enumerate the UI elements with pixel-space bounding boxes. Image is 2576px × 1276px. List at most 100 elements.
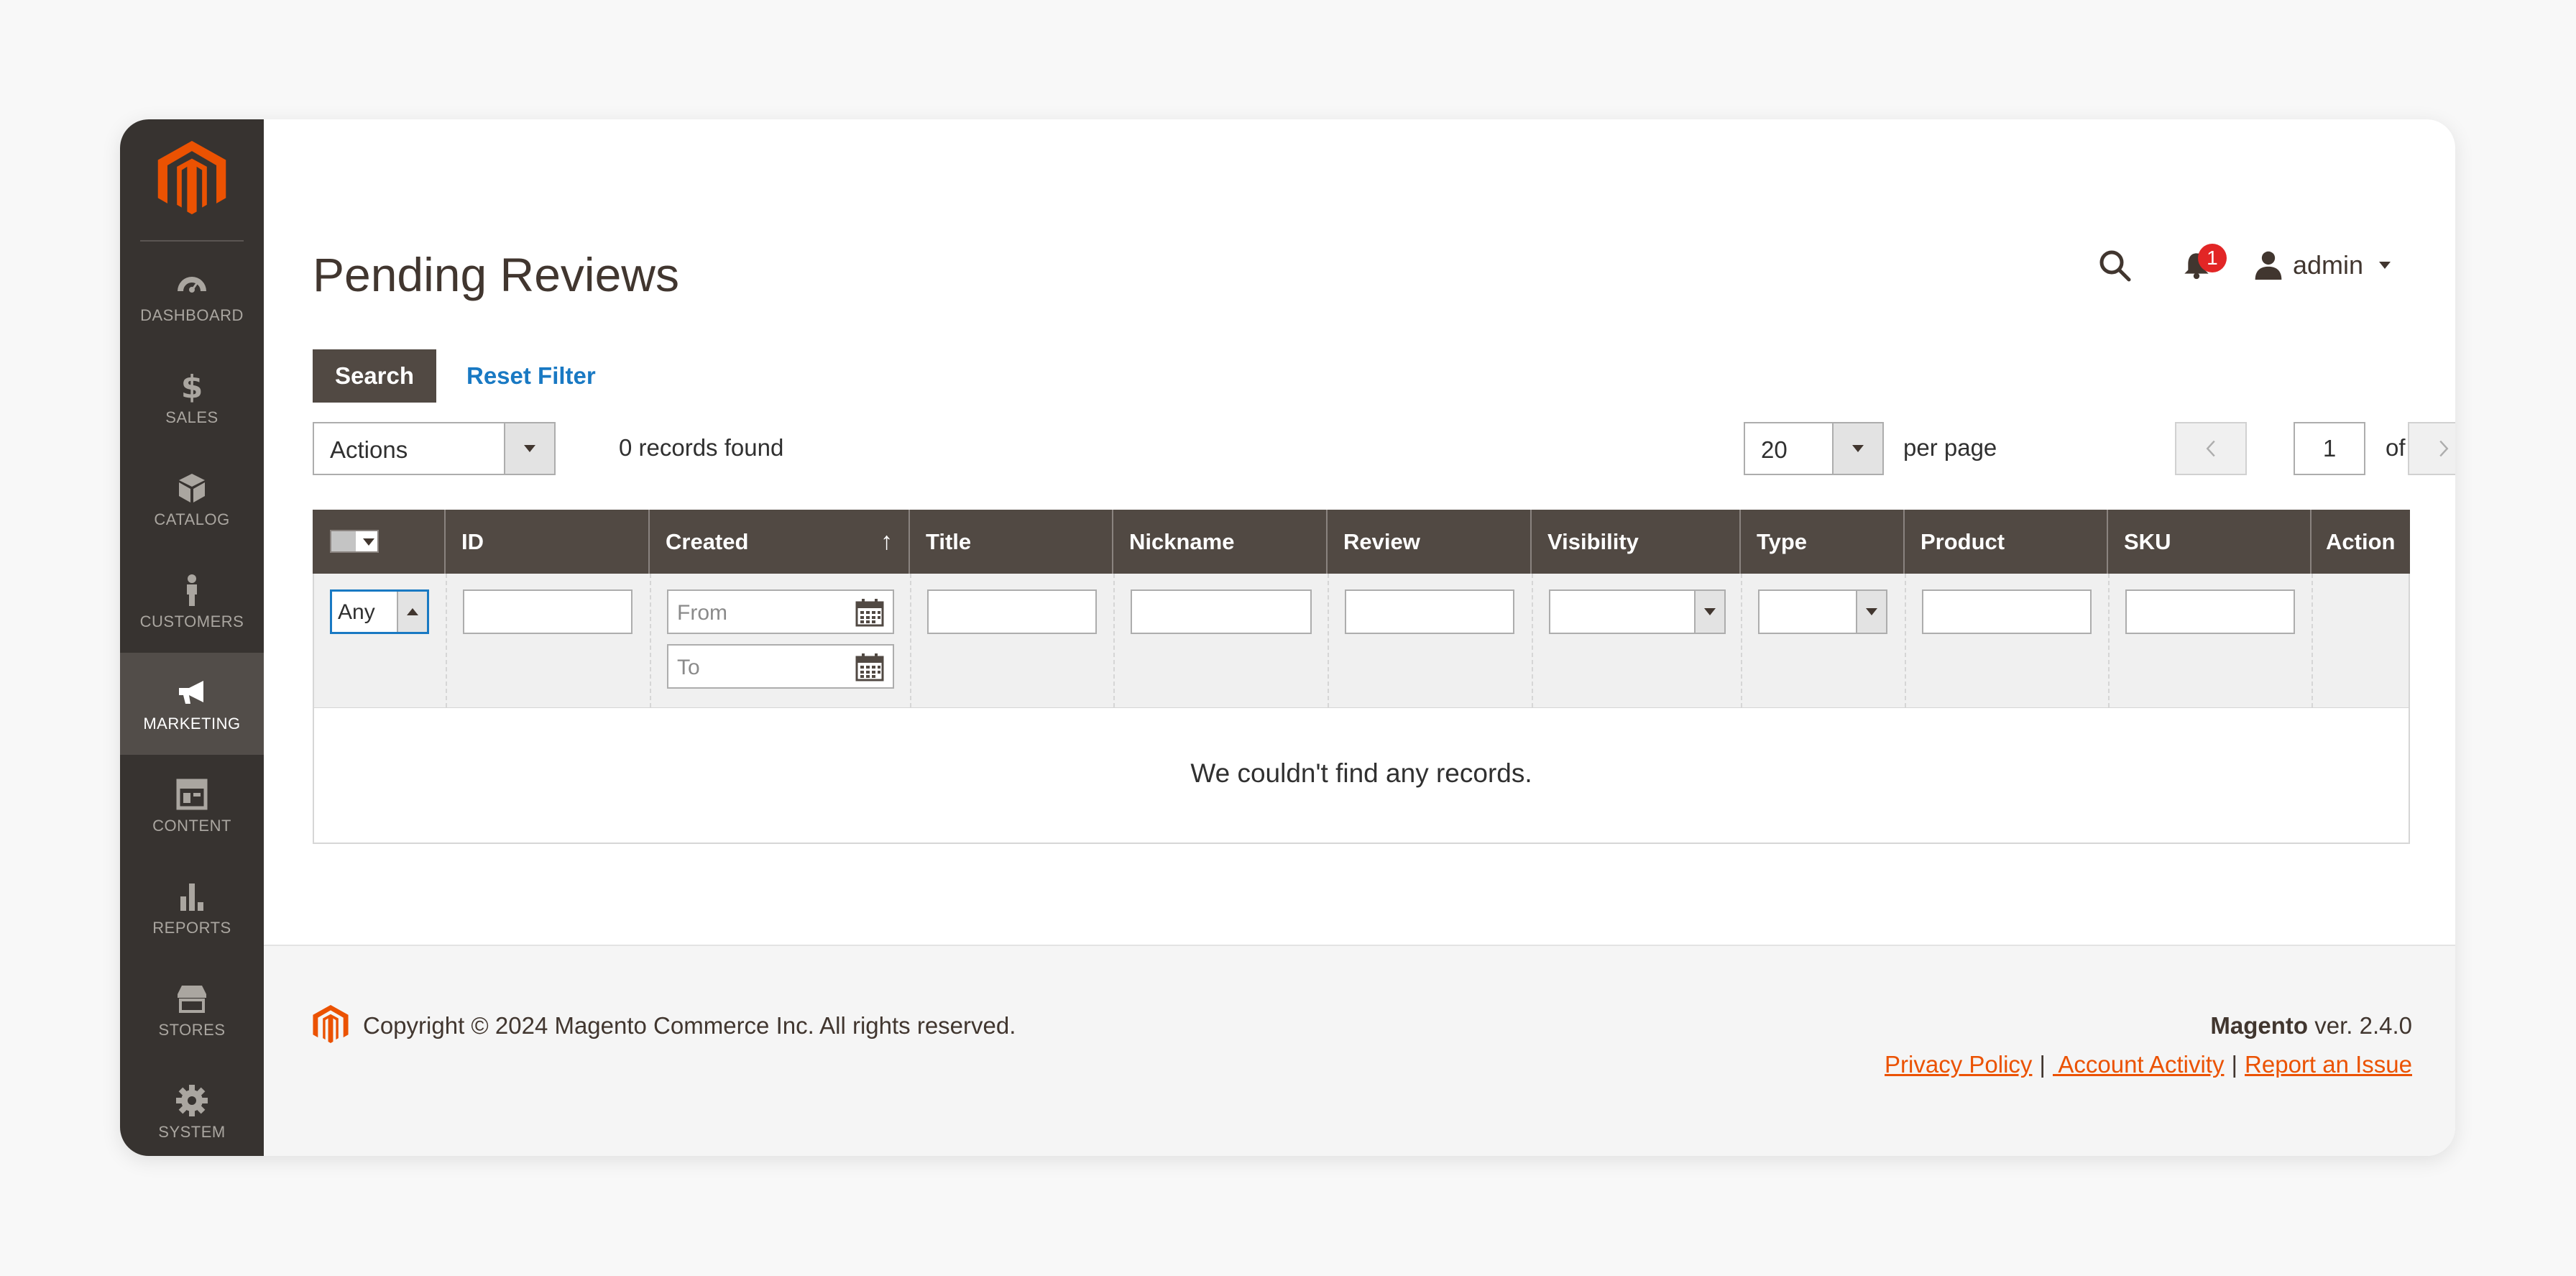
filter-cell-type [1742, 574, 1906, 707]
filter-product-input[interactable] [1922, 589, 2092, 634]
filter-review-input[interactable] [1345, 589, 1514, 634]
privacy-policy-link[interactable]: Privacy Policy [1885, 1051, 2032, 1078]
user-menu[interactable]: admin [2253, 249, 2391, 281]
sidebar-item-label: Catalog [154, 510, 230, 528]
column-header-created[interactable]: Created ↑ [650, 510, 910, 574]
sidebar-item-customers[interactable]: Customers [120, 551, 264, 653]
calendar-icon[interactable] [855, 598, 884, 627]
filter-row: Any From To [313, 574, 2410, 707]
footer: Copyright © 2024 Magento Commerce Inc. A… [264, 945, 2455, 1156]
sidebar-item-label: Stores [158, 1021, 226, 1039]
sidebar-item-sales[interactable]: $ Sales [120, 346, 264, 449]
filter-nickname-input[interactable] [1131, 589, 1312, 634]
chevron-down-icon [1694, 591, 1724, 633]
column-header-type[interactable]: Type [1741, 510, 1905, 574]
reset-filter-link[interactable]: Reset Filter [466, 362, 596, 390]
notifications-button[interactable]: 1 [2176, 244, 2227, 285]
search-button[interactable]: Search [313, 349, 436, 403]
magento-logo-icon[interactable] [157, 141, 226, 216]
column-header-visibility[interactable]: Visibility [1532, 510, 1741, 574]
column-header-review[interactable]: Review [1328, 510, 1532, 574]
sidebar-item-label: Reports [152, 919, 231, 937]
chevron-down-icon [2379, 262, 2391, 269]
box-icon [174, 470, 210, 506]
created-to-placeholder: To [677, 656, 700, 679]
empty-results-row: We couldn't find any records. [313, 707, 2410, 844]
header-actions: 1 admin [2094, 244, 2391, 285]
link-separator: | [2231, 1051, 2238, 1078]
sidebar: Dashboard $ Sales Catalog Customers Mark… [120, 119, 264, 1156]
user-icon [2255, 251, 2282, 280]
mass-action-header [313, 510, 446, 574]
filter-sku-input[interactable] [2125, 589, 2295, 634]
sidebar-item-marketing[interactable]: Marketing [120, 653, 264, 755]
filter-cell-mass: Any [314, 574, 447, 707]
calendar-icon[interactable] [855, 653, 884, 681]
report-issue-link[interactable]: Report an Issue [2245, 1051, 2412, 1078]
per-page-value: 20 [1761, 436, 1788, 463]
mass-select-value: Any [338, 600, 375, 624]
column-header-action: Action [2326, 529, 2396, 554]
per-page-label: per page [1903, 434, 1997, 461]
column-header-sku[interactable]: SKU [2108, 510, 2312, 574]
account-activity-link[interactable]: Account Activity [2053, 1051, 2224, 1078]
magento-logo-icon [313, 1005, 349, 1044]
column-header-id[interactable]: ID [446, 510, 650, 574]
sidebar-item-label: Marketing [143, 715, 241, 733]
version-info: Magento ver. 2.4.0 [2210, 1012, 2412, 1039]
person-icon [174, 572, 210, 608]
chevron-up-icon [397, 592, 427, 632]
column-header-nickname[interactable]: Nickname [1113, 510, 1328, 574]
sidebar-item-system[interactable]: System [120, 1061, 264, 1156]
current-page-input[interactable] [2294, 422, 2365, 475]
grid-header-row: ID Created ↑ Title Nickname Review Visib… [313, 510, 2410, 574]
mass-select-filter[interactable]: Any [330, 589, 429, 634]
svg-text:$: $ [181, 369, 203, 403]
filter-cell-sku [2110, 574, 2313, 707]
sidebar-item-label: Sales [165, 408, 218, 426]
actions-select-value: Actions [330, 436, 408, 463]
chevron-down-icon [1832, 423, 1882, 474]
sidebar-item-content[interactable]: Content [120, 755, 264, 857]
sidebar-item-label: Customers [139, 612, 244, 630]
chevron-down-icon [504, 423, 554, 474]
search-icon[interactable] [2094, 245, 2135, 285]
filter-id-input[interactable] [463, 589, 632, 634]
store-icon [174, 981, 210, 1016]
mass-select-checkbox[interactable] [330, 530, 379, 553]
sidebar-item-reports[interactable]: Reports [120, 857, 264, 959]
filter-cell-review [1329, 574, 1533, 707]
filter-type-select[interactable] [1758, 589, 1887, 634]
filter-cell-created: From To [651, 574, 911, 707]
copyright-text: Copyright © 2024 Magento Commerce Inc. A… [363, 1012, 1016, 1039]
column-header-title[interactable]: Title [910, 510, 1113, 574]
footer-links: Privacy Policy | Account Activity | Report … [1885, 1051, 2412, 1078]
column-header-product[interactable]: Product [1905, 510, 2108, 574]
sidebar-item-stores[interactable]: Stores [120, 959, 264, 1061]
sidebar-item-dashboard[interactable]: Dashboard [120, 244, 264, 346]
previous-page-button[interactable] [2175, 422, 2247, 475]
sidebar-item-catalog[interactable]: Catalog [120, 449, 264, 551]
created-from-placeholder: From [677, 601, 727, 625]
filter-cell-id [447, 574, 651, 707]
empty-message: We couldn't find any records. [1190, 758, 1532, 788]
app-window: Dashboard $ Sales Catalog Customers Mark… [120, 119, 2455, 1156]
filter-title-input[interactable] [927, 589, 1097, 634]
gear-icon [174, 1083, 210, 1119]
created-to-field[interactable]: To [667, 644, 894, 689]
sort-ascending-icon: ↑ [880, 528, 893, 555]
filter-cell-action [2313, 574, 2409, 707]
next-page-button[interactable] [2408, 422, 2455, 475]
per-page-select[interactable]: 20 [1744, 422, 1884, 475]
filter-visibility-select[interactable] [1549, 589, 1726, 634]
dashboard-icon [174, 266, 210, 302]
sidebar-divider [140, 240, 244, 242]
sidebar-item-label: System [158, 1123, 226, 1141]
main-content: Pending Reviews 1 admin Search Reset Fil… [264, 119, 2455, 945]
filter-cell-visibility [1533, 574, 1742, 707]
actions-select[interactable]: Actions [313, 422, 556, 475]
user-name: admin [2292, 250, 2363, 280]
created-from-field[interactable]: From [667, 589, 894, 634]
chevron-right-icon [2439, 440, 2449, 457]
bar-chart-icon [174, 878, 210, 914]
